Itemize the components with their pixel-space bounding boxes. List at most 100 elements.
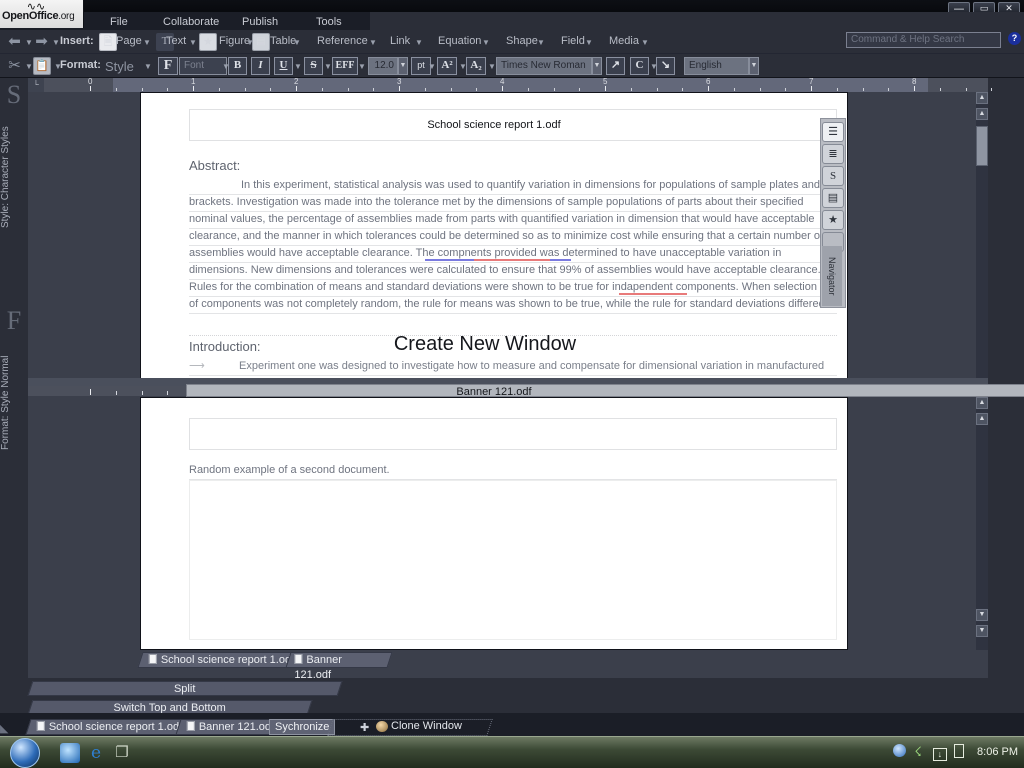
vertical-scrollbar-top[interactable]: ▲ ▲ bbox=[976, 92, 988, 384]
page-caret-icon[interactable]: ▼ bbox=[143, 38, 151, 47]
abstract-line[interactable]: nominal values, the percentage of assemb… bbox=[189, 211, 837, 229]
doc-tab-0[interactable]: School science report 1.odf bbox=[137, 652, 306, 668]
show-desktop-icon[interactable]: ❐ bbox=[112, 743, 132, 763]
scroll-up-button-bottom[interactable]: ▲ bbox=[976, 397, 988, 409]
table-icon[interactable]: ▤ bbox=[252, 33, 270, 51]
figure-icon[interactable]: ★ bbox=[199, 33, 217, 51]
abstract-line[interactable]: Rules for the combination of means and s… bbox=[189, 279, 837, 297]
link-caret-icon[interactable]: ▼ bbox=[415, 38, 423, 47]
battery-icon[interactable] bbox=[953, 744, 964, 758]
abstract-line[interactable]: brackets. Investigation was made into th… bbox=[189, 194, 837, 212]
font-color-icon[interactable]: ↗ bbox=[606, 57, 625, 75]
create-new-window-overlay[interactable]: Create New Window bbox=[300, 333, 670, 356]
update-icon[interactable]: ↓ bbox=[932, 748, 947, 761]
underline-caret-icon[interactable]: ▼ bbox=[294, 62, 302, 71]
page-bottom[interactable]: Random example of a second document. bbox=[140, 397, 848, 650]
font-size-input[interactable]: 12.0 bbox=[368, 57, 398, 75]
scroll-up-button-top[interactable]: ▲ bbox=[976, 92, 988, 104]
strikethrough-button[interactable]: S bbox=[304, 57, 323, 75]
back-icon[interactable]: ⬅ bbox=[6, 34, 23, 49]
openoffice-logo[interactable]: ∿∿ OpenOffice.org bbox=[0, 0, 84, 28]
table-caret-icon[interactable]: ▼ bbox=[293, 38, 301, 47]
strike-caret-icon[interactable]: ▼ bbox=[324, 62, 332, 71]
font-name-input[interactable]: Times New Roman bbox=[496, 57, 592, 75]
vertical-scrollbar-bottom[interactable]: ▲ ▲ ▼ ▼ bbox=[976, 397, 988, 650]
header-text-frame-bottom[interactable] bbox=[189, 418, 837, 450]
introduction-first-line[interactable]: ⟶ Experiment one was designed to investig… bbox=[189, 358, 837, 376]
synchronize-button[interactable]: Sychronize bbox=[269, 719, 336, 735]
font-field[interactable]: Font bbox=[179, 57, 227, 75]
menu-collaborate[interactable]: Collaborate bbox=[163, 14, 219, 30]
media-caret-icon[interactable]: ▼ bbox=[641, 38, 649, 47]
forward-dropdown-caret-icon[interactable]: ▼ bbox=[52, 38, 60, 47]
cut-caret-icon[interactable]: ▼ bbox=[25, 62, 33, 71]
menu-file[interactable]: File bbox=[110, 14, 128, 30]
ruler-corner-tab-selector[interactable]: └ bbox=[28, 78, 44, 92]
clone-window-dropzone[interactable] bbox=[327, 719, 493, 736]
highlight-icon[interactable]: ↘ bbox=[656, 57, 675, 75]
effects-caret-icon[interactable]: ▼ bbox=[358, 62, 366, 71]
scissors-icon[interactable]: ✂ bbox=[6, 58, 23, 73]
abstract-line[interactable]: of components was not completely random,… bbox=[189, 296, 837, 314]
insert-field-label[interactable]: Field bbox=[561, 35, 585, 47]
bottom-body-frame[interactable] bbox=[189, 480, 837, 640]
nav-line-spacing-icon[interactable]: ≣ bbox=[822, 144, 844, 164]
clock-label[interactable]: 8:06 PM bbox=[977, 746, 1018, 758]
clipboard-icon[interactable]: 📋 bbox=[33, 57, 51, 75]
menu-publish[interactable]: Publish bbox=[242, 14, 278, 30]
italic-button[interactable]: I bbox=[251, 57, 270, 75]
scroll-down-button-bottom[interactable]: ▼ bbox=[976, 609, 988, 621]
insert-reference-label[interactable]: Reference bbox=[317, 35, 368, 47]
scroll-thumb-top[interactable] bbox=[976, 126, 988, 166]
underline-button[interactable]: U bbox=[274, 57, 293, 75]
network-icon[interactable]: ☇ bbox=[914, 744, 921, 760]
forward-icon[interactable]: ➡ bbox=[33, 34, 50, 49]
insert-media-label[interactable]: Media bbox=[609, 35, 639, 47]
navigator-floating-label[interactable]: Navigator bbox=[822, 246, 842, 306]
page-icon[interactable]: 🗎 bbox=[99, 33, 117, 51]
text-caret-icon[interactable]: ▼ bbox=[189, 38, 197, 47]
reference-caret-icon[interactable]: ▼ bbox=[369, 38, 377, 47]
bold-button[interactable]: B bbox=[228, 57, 247, 75]
language-select[interactable]: English bbox=[684, 57, 749, 75]
sidebar-label-format-normal[interactable]: Format: Style Normal bbox=[0, 338, 28, 468]
status-tab-0[interactable]: School science report 1.odf bbox=[25, 719, 194, 735]
split-strip[interactable]: Split bbox=[27, 681, 343, 696]
security-icon[interactable] bbox=[893, 744, 907, 757]
menu-tools[interactable]: Tools bbox=[316, 14, 342, 30]
shape-caret-icon[interactable]: ▼ bbox=[537, 38, 545, 47]
subscript-caret-icon[interactable]: ▼ bbox=[488, 62, 496, 71]
back-dropdown-caret-icon[interactable]: ▼ bbox=[25, 38, 33, 47]
font-size-stepper[interactable]: ▼ bbox=[398, 57, 408, 75]
nav-paragraph-icon[interactable]: ☰ bbox=[822, 122, 844, 142]
search-input[interactable]: Command & Help Search bbox=[846, 32, 1001, 48]
equation-caret-icon[interactable]: ▼ bbox=[482, 38, 490, 47]
insert-link-label[interactable]: Link bbox=[390, 35, 410, 47]
nav-gallery-icon[interactable]: ★ bbox=[822, 210, 844, 230]
windows-start-icon[interactable] bbox=[10, 738, 40, 768]
doc-tab-1[interactable]: Banner 121.odf bbox=[285, 652, 393, 681]
superscript-button[interactable]: A² bbox=[437, 57, 457, 75]
insert-page-label[interactable]: Page bbox=[116, 35, 142, 47]
nav-style-S-icon[interactable]: S bbox=[822, 166, 844, 186]
edit-app-icon[interactable] bbox=[60, 743, 80, 763]
scroll-down2-button-bottom[interactable]: ▼ bbox=[976, 625, 988, 637]
sidebar-label-character-styles[interactable]: Style: Character Styles bbox=[0, 112, 28, 242]
style-label[interactable]: Style bbox=[105, 59, 134, 74]
internet-explorer-icon[interactable]: e bbox=[86, 743, 106, 763]
effects-button[interactable]: EFF bbox=[332, 57, 358, 75]
font-style-icon[interactable]: F bbox=[158, 57, 178, 75]
subscript-button[interactable]: A₂ bbox=[466, 57, 486, 75]
bottom-body-line[interactable]: Random example of a second document. bbox=[189, 462, 837, 480]
insert-equation-label[interactable]: Equation bbox=[438, 35, 481, 47]
insert-shape-label[interactable]: Shape bbox=[506, 35, 538, 47]
help-icon[interactable]: ? bbox=[1008, 32, 1021, 45]
insert-text-label[interactable]: Text bbox=[166, 35, 186, 47]
language-dropdown-caret-icon[interactable]: ▼ bbox=[749, 57, 759, 75]
nav-table-icon[interactable]: ▤ bbox=[822, 188, 844, 208]
abstract-line[interactable]: dimensions. New dimensions and tolerance… bbox=[189, 262, 837, 280]
scroll-up2-button-bottom[interactable]: ▲ bbox=[976, 413, 988, 425]
font-name-dropdown[interactable]: ▼ bbox=[592, 57, 602, 75]
horizontal-ruler[interactable]: 0 1 2 3 4 5 6 7 8 bbox=[28, 77, 993, 92]
scroll-up2-button-top[interactable]: ▲ bbox=[976, 108, 988, 120]
